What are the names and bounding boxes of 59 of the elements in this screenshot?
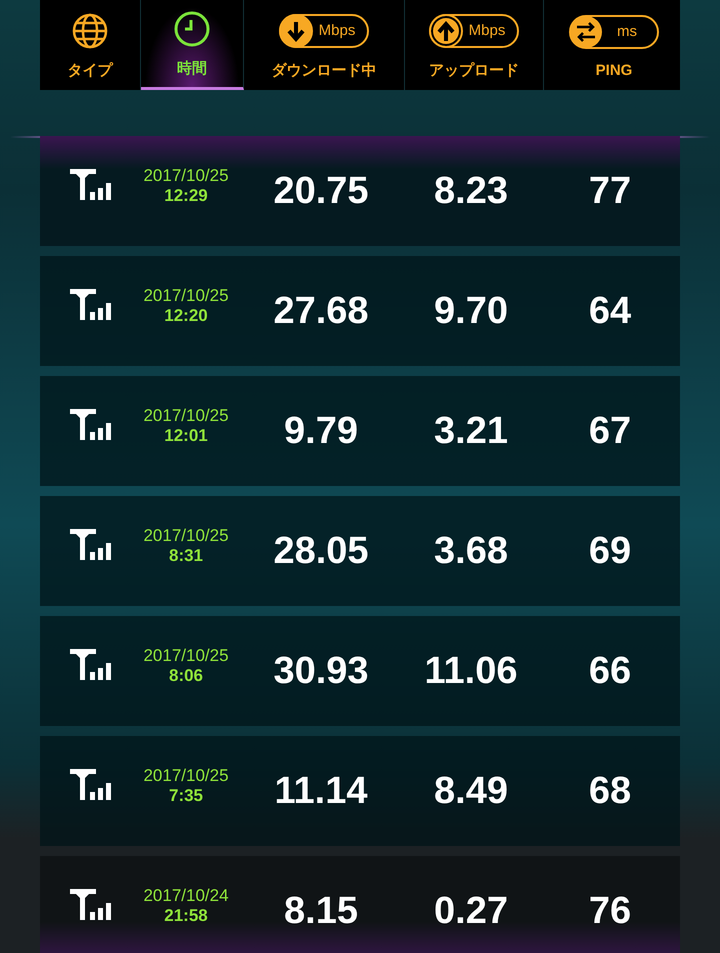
download-speed: 20.75 (272, 170, 370, 212)
test-date: 2017/10/25 (143, 646, 229, 666)
test-date: 2017/10/25 (143, 286, 229, 306)
test-time: 21:58 (164, 906, 208, 926)
result-row[interactable]: 2017/10/25 8:31 28.05 3.68 69 (40, 496, 680, 606)
unit-badge: Mbps (279, 14, 369, 48)
unit-badge: ms (569, 14, 659, 48)
signal-antenna-icon (70, 649, 114, 683)
result-row[interactable]: 2017/10/25 8:06 30.93 11.06 66 (40, 616, 680, 726)
signal-antenna-icon (70, 169, 114, 203)
tab[interactable]: Mbps アップロード (405, 0, 544, 90)
tab[interactable]: 時間 (141, 0, 244, 90)
test-date: 2017/10/25 (143, 406, 229, 426)
upload-speed: 3.21 (433, 410, 509, 452)
result-row[interactable]: 2017/10/24 21:58 8.15 0.27 76 (40, 856, 680, 953)
clock-icon (173, 10, 211, 48)
test-time: 12:01 (164, 426, 208, 446)
upload-speed: 8.49 (433, 770, 509, 812)
upload-speed: 3.68 (433, 530, 509, 572)
unit-badge: Mbps (429, 14, 519, 48)
swap-arrows-icon (569, 14, 603, 48)
ping-value: 77 (588, 170, 632, 212)
test-date: 2017/10/25 (143, 166, 229, 186)
result-row[interactable]: 2017/10/25 12:01 9.79 3.21 67 (40, 376, 680, 486)
download-speed: 27.68 (272, 290, 370, 332)
ping-value: 67 (588, 410, 632, 452)
upload-speed: 9.70 (433, 290, 509, 332)
download-speed: 30.93 (272, 650, 370, 692)
ping-value: 69 (588, 530, 632, 572)
upload-speed: 0.27 (433, 890, 509, 932)
test-time: 12:20 (164, 306, 208, 326)
result-row[interactable]: 2017/10/25 12:29 20.75 8.23 77 (40, 136, 680, 246)
signal-antenna-icon (70, 889, 114, 923)
ping-value: 64 (588, 290, 632, 332)
result-row[interactable]: 2017/10/25 7:35 11.14 8.49 68 (40, 736, 680, 846)
test-time: 7:35 (168, 786, 204, 806)
test-date: 2017/10/25 (143, 526, 229, 546)
tab[interactable]: Mbps ダウンロード中 (244, 0, 405, 90)
signal-antenna-icon (70, 529, 114, 563)
signal-antenna-icon (70, 289, 114, 323)
signal-antenna-icon (70, 769, 114, 803)
result-row[interactable]: 2017/10/25 12:20 27.68 9.70 64 (40, 256, 680, 366)
test-time: 8:06 (168, 666, 204, 686)
download-speed: 28.05 (272, 530, 370, 572)
ping-value: 66 (588, 650, 632, 692)
test-date: 2017/10/24 (143, 886, 229, 906)
upload-speed: 8.23 (433, 170, 509, 212)
download-speed: 9.79 (283, 410, 359, 452)
tab[interactable]: ms PING (544, 0, 684, 90)
test-time: 12:29 (164, 186, 208, 206)
ping-value: 76 (588, 890, 632, 932)
globe-icon (71, 12, 109, 50)
upload-speed: 11.06 (424, 650, 518, 692)
download-speed: 11.14 (274, 770, 368, 812)
test-time: 8:31 (168, 546, 204, 566)
test-date: 2017/10/25 (143, 766, 229, 786)
signal-antenna-icon (70, 409, 114, 443)
download-speed: 8.15 (283, 890, 359, 932)
ping-value: 68 (588, 770, 632, 812)
